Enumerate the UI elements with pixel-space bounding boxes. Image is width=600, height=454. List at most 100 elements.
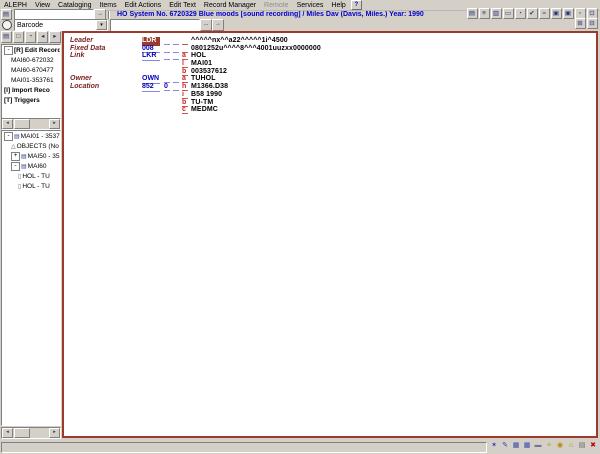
subfield-code[interactable]: c <box>182 106 188 114</box>
collapse-icon[interactable]: - <box>4 132 13 141</box>
marc-field-line: b003537612 <box>64 68 596 76</box>
menu-item-remote[interactable]: Remote <box>260 2 293 9</box>
menu-item-aleph[interactable]: ALEPH <box>0 2 31 9</box>
search-type-select[interactable]: Barcode ▾ <box>14 19 108 31</box>
subfield-value[interactable]: ^^^^^nx^^a22^^^^^1i^4500 <box>191 37 288 45</box>
field-label: Leader <box>70 37 140 45</box>
status-icons: ✶✎▦▦▬✧◉⌂▤✖ <box>488 438 598 454</box>
scroll-left-icon[interactable]: ◂ <box>2 428 13 438</box>
record-toolbar: ▤ → HO System No. 6720329 Blue moods [so… <box>0 10 600 19</box>
tree-item-mai60[interactable]: -▤MAI60 <box>2 161 60 171</box>
marc-field-line: OwnerOWNaTUHOL <box>64 75 596 83</box>
help-icon[interactable]: ? <box>351 0 362 10</box>
functions-tree-scrollbar[interactable]: ◂ ▸ <box>1 118 61 130</box>
refresh-tree-icon[interactable]: ◔ <box>25 31 36 43</box>
printer-icon[interactable]: ▤ <box>577 441 587 451</box>
submit-arrow-icon[interactable]: → <box>212 19 224 31</box>
item-bar-icon[interactable] <box>2 20 12 30</box>
marc-field-line: Fixed Data0080801252u^^^^8^^^4001uuzxx00… <box>64 45 596 53</box>
tree-item-label: [I] Import Reco <box>4 87 50 94</box>
menu-item-cataloging[interactable]: Cataloging <box>54 2 95 9</box>
subfield-value[interactable]: MAI01 <box>191 60 212 68</box>
refresh-record-icon[interactable]: ⊟ <box>587 18 598 29</box>
tree-item-label: MAI60-672032 <box>11 57 54 64</box>
marc-record-editor[interactable]: LeaderLDR^^^^^nx^^a22^^^^^1i^4500Fixed D… <box>62 31 598 438</box>
tree-item-r-edit-records[interactable]: -[R] Edit Records <box>2 45 60 55</box>
history-icon[interactable]: ◔ <box>515 8 526 19</box>
tree-item-objects-no[interactable]: △OBJECTS (No <box>2 141 60 151</box>
expand-icon[interactable]: + <box>11 152 20 161</box>
check-record-icon[interactable]: ✔ <box>527 8 538 19</box>
tree-item-mai01-3537612[interactable]: -▤MAI01 - 3537612 <box>2 131 60 141</box>
menu-item-edit-text[interactable]: Edit Text <box>165 2 200 9</box>
sidebar-toolbar: ▤□◔◂▸ <box>0 31 61 43</box>
subfield-value[interactable]: 003537612 <box>191 68 227 76</box>
tree-item-hol-tu[interactable]: ▯HOL - TU <box>2 171 60 181</box>
record-tree-scrollbar[interactable]: ◂ ▸ <box>1 427 61 439</box>
subfield-value[interactable]: HOL <box>191 52 206 60</box>
tree-item-label: MAI01-353761 <box>11 77 54 84</box>
expand-editor-icon[interactable]: ▭ <box>503 8 514 19</box>
subfield-value[interactable]: B58 1990 <box>191 91 222 99</box>
menu-item-view[interactable]: View <box>31 2 54 9</box>
menu-item-edit-actions[interactable]: Edit Actions <box>121 2 166 9</box>
derive-record-icon[interactable]: ≈ <box>539 8 550 19</box>
record-title: HO System No. 6720329 Blue moods [sound … <box>117 11 466 18</box>
chevron-down-icon[interactable]: ▾ <box>96 20 107 30</box>
tree-item-mai60-672032[interactable]: MAI60-672032 <box>2 55 60 65</box>
save-local-icon[interactable]: ▣ <box>563 8 574 19</box>
collapse-icon[interactable]: - <box>11 162 20 171</box>
database-alt-icon[interactable]: ▦ <box>522 441 532 451</box>
tree-item-mai01-353761[interactable]: MAI01-353761 <box>2 75 60 85</box>
barcode-input[interactable] <box>110 19 200 32</box>
scrollbar-thumb[interactable] <box>14 428 30 438</box>
book-icon: ▤ <box>21 153 27 160</box>
tree-item-i-import-reco[interactable]: [I] Import Reco <box>2 85 60 95</box>
divider <box>108 11 110 19</box>
window-icon[interactable]: ▬ <box>533 441 543 451</box>
subfield-value[interactable]: TU-TM <box>191 99 213 107</box>
marc-field-line: cMEDMC <box>64 106 596 114</box>
prev-record-icon[interactable]: ◂ <box>37 31 48 43</box>
key-icon[interactable]: ✧ <box>544 441 554 451</box>
menu-item-help[interactable]: Help <box>327 2 349 9</box>
open-template-icon[interactable]: ▤ <box>467 8 478 19</box>
subfield-value[interactable]: TUHOL <box>191 75 216 83</box>
scroll-right-icon[interactable]: ▸ <box>49 428 60 438</box>
view-in-search-icon[interactable]: ⊞ <box>575 18 586 29</box>
subfield-value[interactable]: M1366.D38 <box>191 83 228 91</box>
next-record-icon[interactable]: ▸ <box>49 31 60 43</box>
field-label: Owner <box>70 75 140 83</box>
tree-item-t-triggers[interactable]: [T] Triggers <box>2 95 60 105</box>
split-editor-icon[interactable]: ▥ <box>491 8 502 19</box>
tree-item-mai50-3537[interactable]: +▤MAI50 - 3537 <box>2 151 60 161</box>
record-tree-icon[interactable]: ≡ <box>479 8 490 19</box>
close-icon[interactable]: ✖ <box>588 441 598 451</box>
home-icon[interactable]: ⌂ <box>566 441 576 451</box>
menu-item-record-manager[interactable]: Record Manager <box>200 2 260 9</box>
book-icon: ▤ <box>21 163 27 170</box>
copy-record-icon[interactable]: □ <box>13 31 24 43</box>
scrollbar-thumb[interactable] <box>14 119 30 129</box>
collapse-icon[interactable]: - <box>4 46 13 55</box>
tree-item-label: MAI50 - 3537 <box>28 153 61 160</box>
show-record-icon[interactable]: ▤ <box>1 31 12 43</box>
menu-item-services[interactable]: Services <box>293 2 328 9</box>
browse-button[interactable]: ... <box>200 19 212 31</box>
database-icon[interactable]: ▦ <box>511 441 521 451</box>
tree-item-mai60-670477[interactable]: MAI60-670477 <box>2 65 60 75</box>
save-server-icon[interactable]: ▣ <box>551 8 562 19</box>
tree-item-label: [R] Edit Records <box>14 47 61 54</box>
record-tree-panel: -▤MAI01 - 3537612△OBJECTS (No+▤MAI50 - 3… <box>1 130 61 426</box>
scroll-left-icon[interactable]: ◂ <box>2 119 13 129</box>
status-message <box>1 442 487 453</box>
lock-icon[interactable]: ◉ <box>555 441 565 451</box>
refresh-icon[interactable]: ✶ <box>489 441 499 451</box>
tree-item-hol-tu[interactable]: ▯HOL - TU <box>2 181 60 191</box>
tree-item-label: HOL - TU <box>22 183 49 190</box>
menu-item-items[interactable]: Items <box>95 2 120 9</box>
scroll-right-icon[interactable]: ▸ <box>49 119 60 129</box>
subfield-value[interactable]: 0801252u^^^^8^^^4001uuzxx0000000 <box>191 45 321 53</box>
subfield-value[interactable]: MEDMC <box>191 106 218 114</box>
edit-mode-icon[interactable]: ✎ <box>500 441 510 451</box>
